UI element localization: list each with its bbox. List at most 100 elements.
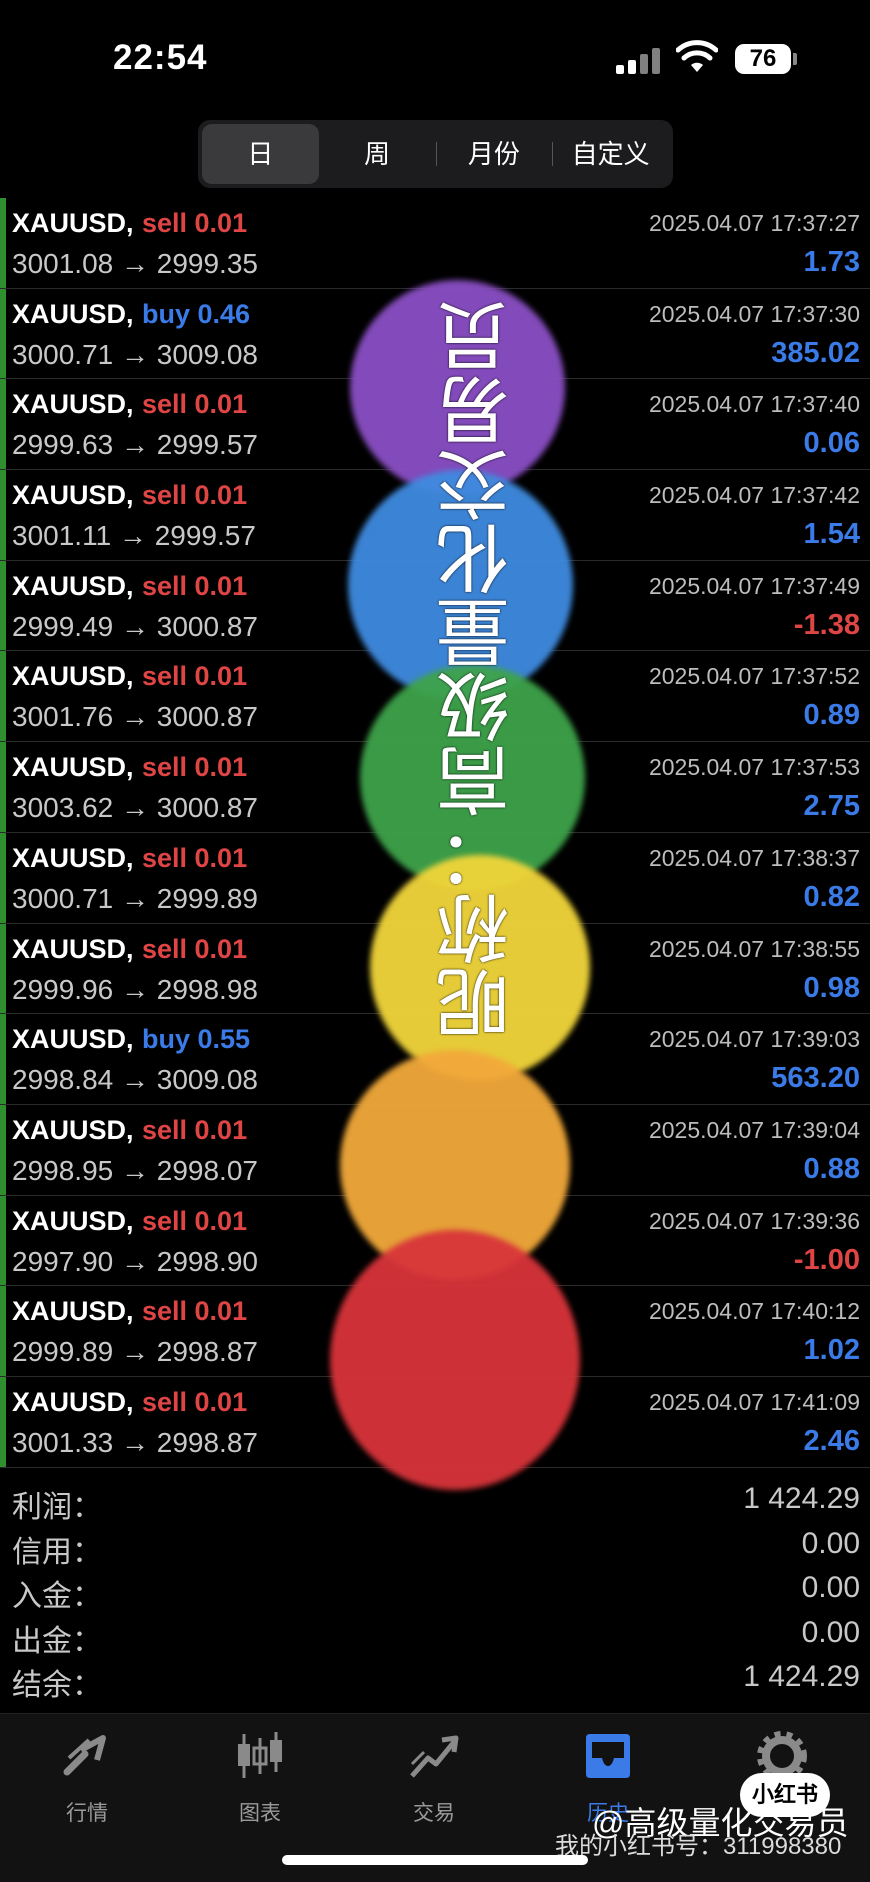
trade-side: sell 0.01 (142, 389, 248, 420)
status-bar: 22:54 76 (0, 0, 870, 115)
summary-label: 入金： (12, 1580, 102, 1613)
period-tab-month[interactable]: 月份 (435, 124, 553, 184)
summary-value: 1 424.29 (743, 1660, 860, 1693)
trade-profit: 1.02 (803, 1334, 860, 1367)
period-segmented-control: 日 周 月份 自定义 (198, 120, 673, 188)
trade-side: sell 0.01 (142, 1386, 248, 1417)
trade-time: 2025.04.07 17:37:52 (648, 663, 860, 690)
summary-value: 0.00 (801, 1571, 860, 1604)
trade-prices: 2998.95 → 2998.07 (12, 1154, 258, 1186)
trade-side: sell 0.01 (142, 752, 248, 783)
trade-time: 2025.04.07 17:37:40 (648, 391, 860, 418)
period-tab-custom[interactable]: 自定义 (552, 124, 669, 184)
trade-prices: 3003.62 → 3000.87 (12, 792, 258, 824)
trade-prices: 3001.08 → 2999.35 (12, 248, 258, 279)
trade-prices: 3001.33 → 2998.87 (12, 1426, 258, 1458)
trade-side: sell 0.01 (142, 842, 248, 873)
summary-label: 信用： (12, 1535, 102, 1569)
trade-time: 2025.04.07 17:39:36 (648, 1207, 860, 1234)
trade-symbol: XAUUSD, (12, 480, 134, 511)
trade-time: 2025.04.07 17:38:37 (648, 844, 860, 871)
trade-profit: -1.38 (793, 608, 860, 641)
trade-side: sell 0.01 (142, 208, 248, 238)
trade-profit: 385.02 (771, 336, 860, 369)
trade-prices: 3001.76 → 3000.87 (12, 701, 258, 733)
summary-row: 出金： 0.00 (0, 1612, 870, 1658)
trade-symbol: XAUUSD, (12, 389, 134, 420)
trade-prices: 2999.89 → 2998.87 (12, 1336, 258, 1368)
trade-side: sell 0.01 (142, 570, 248, 601)
trade-profit: 1.73 (803, 246, 860, 278)
summary-value: 1 424.29 (743, 1482, 860, 1515)
summary-row: 结余： 1 424.29 (0, 1656, 870, 1702)
tab-chart-label: 图表 (239, 1802, 281, 1825)
trade-symbol: XAUUSD, (12, 661, 134, 692)
home-indicator[interactable] (282, 1855, 588, 1865)
summary-row: 信用： 0.00 (0, 1523, 870, 1569)
tab-trade[interactable]: 交易 (374, 1728, 494, 1827)
summary-label: 利润： (12, 1491, 102, 1524)
tab-trade-label: 交易 (413, 1802, 455, 1825)
tab-chart[interactable]: 图表 (200, 1728, 320, 1827)
summary-row: 入金： 0.00 (0, 1567, 870, 1613)
tab-quotes[interactable]: 行情 (27, 1728, 147, 1827)
trade-profit: 0.82 (803, 880, 860, 913)
trade-time: 2025.04.07 17:41:09 (648, 1388, 860, 1415)
trade-time: 2025.04.07 17:38:55 (648, 935, 860, 962)
history-icon (586, 1734, 630, 1778)
watermark-blob-red (330, 1230, 580, 1490)
trade-symbol: XAUUSD, (12, 1114, 134, 1145)
trade-side: sell 0.01 (142, 1205, 248, 1236)
quotes-icon (63, 1735, 106, 1776)
trade-prices: 3001.11 → 2999.57 (12, 520, 256, 552)
trade-profit: 2.46 (803, 1424, 860, 1457)
trade-prices: 3000.71 → 2999.89 (12, 882, 258, 914)
trade-icon (410, 1735, 459, 1778)
trade-profit: -1.00 (793, 1243, 860, 1276)
trade-time: 2025.04.07 17:40:12 (648, 1298, 860, 1325)
trade-symbol: XAUUSD, (12, 298, 134, 329)
watermark-nickname: 昵称：高级量化交易员 (436, 300, 522, 1040)
watermark-id: 我的小红书号：311998380 (555, 1833, 842, 1860)
battery-tip (793, 53, 797, 65)
summary-label: 出金： (12, 1624, 102, 1658)
trade-profit: 563.20 (771, 1062, 860, 1095)
summary-value: 0.00 (801, 1526, 860, 1560)
trade-profit: 2.75 (803, 790, 860, 823)
trade-side: buy 0.55 (142, 1024, 251, 1055)
trade-time: 2025.04.07 17:37:30 (648, 300, 860, 327)
trade-prices: 2998.84 → 3009.08 (12, 1064, 258, 1096)
trade-prices: 2997.90 → 2998.90 (12, 1245, 258, 1277)
chart-icon (238, 1732, 282, 1778)
trade-profit: 0.88 (803, 1152, 860, 1185)
trade-side: sell 0.01 (142, 1296, 248, 1327)
trade-prices: 2999.49 → 3000.87 (12, 610, 258, 642)
trade-time: 2025.04.07 17:37:53 (648, 754, 860, 781)
battery-icon: 76 (735, 44, 791, 74)
trade-time: 2025.04.07 17:39:04 (648, 1116, 860, 1143)
period-tab-week[interactable]: 周 (319, 124, 436, 184)
trade-side: sell 0.01 (142, 1114, 248, 1145)
trade-symbol: XAUUSD, (12, 570, 134, 601)
cellular-signal-icon (616, 48, 662, 74)
trade-prices: 2999.96 → 2998.98 (12, 973, 258, 1005)
trade-profit: 1.54 (803, 518, 860, 551)
trade-symbol: XAUUSD, (12, 752, 134, 783)
wifi-icon (676, 40, 718, 72)
trade-symbol: XAUUSD, (12, 1205, 134, 1236)
trade-symbol: XAUUSD, (12, 842, 134, 873)
trade-symbol: XAUUSD, (12, 1386, 134, 1417)
summary-label: 结余： (12, 1669, 102, 1702)
trade-symbol: XAUUSD, (12, 208, 134, 238)
trade-prices: 3000.71 → 3009.08 (12, 338, 258, 370)
trade-profit: 0.89 (803, 699, 860, 732)
status-time: 22:54 (113, 38, 208, 77)
trade-symbol: XAUUSD, (12, 1024, 134, 1055)
trade-profit: 0.06 (803, 427, 860, 460)
tab-quotes-label: 行情 (66, 1802, 108, 1825)
trade-symbol: XAUUSD, (12, 933, 134, 964)
trade-side: sell 0.01 (142, 661, 248, 692)
period-tab-day[interactable]: 日 (202, 124, 319, 184)
trade-symbol: XAUUSD, (12, 1296, 134, 1327)
trade-side: sell 0.01 (142, 480, 248, 511)
